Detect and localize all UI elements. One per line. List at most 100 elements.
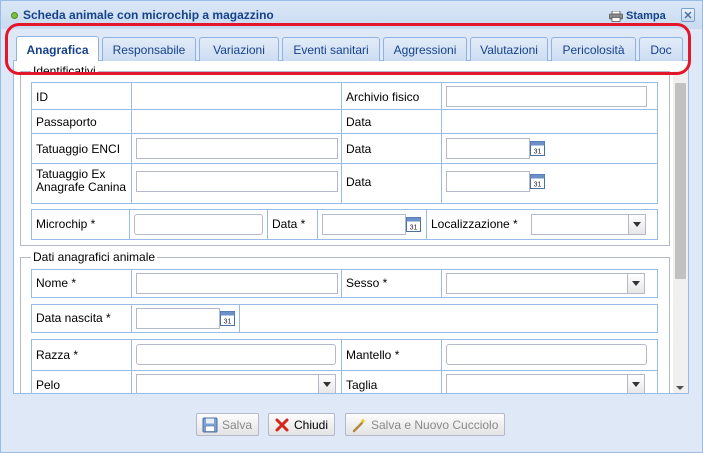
dati-anagrafici-legend: Dati anagrafici animale [31, 250, 158, 264]
grid-cell [132, 110, 342, 134]
svg-text:31: 31 [224, 319, 232, 326]
pelo-combo[interactable] [136, 374, 336, 393]
chevron-down-icon [323, 382, 331, 387]
razza-input[interactable] [136, 344, 336, 365]
printer-icon [609, 10, 623, 22]
grid-cell [442, 110, 657, 134]
identificativi-legend: Identificativi [31, 64, 98, 78]
taglia-combo[interactable] [446, 374, 645, 393]
chevron-down-icon [632, 382, 640, 387]
svg-text:31: 31 [534, 182, 542, 189]
microchip-label: Microchip * [36, 217, 96, 231]
localizzazione-combo[interactable] [531, 214, 646, 235]
data-nascita-row: Data nascita * 31 [31, 304, 658, 333]
close-button-label: Chiudi [294, 417, 329, 432]
taglia-label: Taglia [346, 378, 378, 392]
combo-trigger[interactable] [627, 274, 644, 293]
razza-mantello-grid: Razza * Mantello * Pelo Taglia [31, 339, 658, 393]
tab-label: Doc [650, 42, 672, 57]
tab-label: Eventi sanitari [293, 42, 369, 57]
tab-label: Variazioni [213, 42, 265, 57]
tab-responsabile[interactable]: Responsabile [102, 37, 196, 61]
archivio-fisico-label: Archivio fisico [346, 90, 420, 104]
razza-label: Razza * [36, 348, 79, 362]
print-button[interactable]: Stampa [609, 10, 666, 22]
scroll-down-arrow-icon[interactable] [676, 386, 684, 390]
tatuaggio-ex-data-label: Data [346, 175, 372, 189]
tab-aggressioni[interactable]: Aggressioni [383, 37, 467, 61]
print-label: Stampa [626, 10, 666, 22]
tatuaggio-ex-date-input[interactable] [446, 171, 530, 192]
vertical-scrollbar[interactable] [673, 71, 688, 393]
dialog-window: Scheda animale con microchip a magazzino… [0, 0, 703, 453]
tab-anagrafica[interactable]: Anagrafica [16, 36, 99, 62]
combo-trigger[interactable] [628, 215, 645, 234]
passaporto-label: Passaporto [36, 115, 97, 129]
svg-text:31: 31 [410, 225, 418, 232]
floppy-disk-icon [202, 417, 218, 432]
tatuaggio-enci-input[interactable] [136, 138, 338, 159]
combo-trigger[interactable] [627, 375, 644, 393]
calendar-icon[interactable]: 31 [406, 216, 422, 233]
svg-text:31: 31 [534, 149, 542, 156]
nome-sesso-row: Nome * Sesso * [31, 269, 658, 298]
sesso-combo[interactable] [446, 273, 645, 294]
calendar-icon[interactable]: 31 [220, 310, 236, 327]
anagrafica-panel[interactable]: Identificativi ID Archivio fisico Passap… [13, 61, 689, 394]
tab-doc[interactable]: Doc [639, 37, 683, 61]
magic-wand-icon [352, 417, 366, 432]
save-button-label: Salva [222, 417, 253, 432]
mantello-label: Mantello * [346, 348, 400, 362]
identificativi-grid: ID Archivio fisico Passaporto Data Tatua… [31, 82, 658, 204]
tab-label: Pericolosità [562, 42, 625, 57]
tab-eventi-sanitari[interactable]: Eventi sanitari [282, 37, 380, 61]
archivio-fisico-input[interactable] [446, 86, 647, 107]
close-icon [275, 418, 289, 431]
save-and-new-puppy-label: Salva e Nuovo Cucciolo [371, 417, 499, 432]
combo-trigger[interactable] [318, 375, 335, 393]
close-window-button[interactable] [681, 8, 695, 22]
dati-anagrafici-fieldset: Dati anagrafici animale Nome * Sesso * D… [20, 250, 670, 393]
mantello-input[interactable] [446, 344, 647, 365]
microchip-date-input[interactable] [322, 214, 406, 235]
tab-variazioni[interactable]: Variazioni [199, 37, 279, 61]
passaporto-data-label: Data [346, 115, 372, 129]
window-title: Scheda animale con microchip a magazzino [23, 8, 274, 22]
tab-label: Anagrafica [26, 42, 89, 57]
save-and-new-puppy-button[interactable]: Salva e Nuovo Cucciolo [345, 413, 506, 436]
tab-valutazioni[interactable]: Valutazioni [470, 37, 548, 61]
tatuaggio-ex-label-line2: Anagrafe Canina [36, 180, 127, 194]
microchip-data-label: Data * [272, 217, 306, 231]
tatuaggio-ex-input[interactable] [136, 171, 338, 192]
data-nascita-label: Data nascita * [36, 311, 111, 325]
microchip-input[interactable] [134, 214, 263, 235]
identificativi-fieldset: Identificativi ID Archivio fisico Passap… [20, 64, 670, 246]
tab-label: Valutazioni [480, 42, 538, 57]
titlebar[interactable]: Scheda animale con microchip a magazzino… [1, 1, 702, 29]
data-nascita-input[interactable] [136, 308, 220, 329]
tab-label: Aggressioni [393, 42, 457, 57]
nome-input[interactable] [136, 273, 338, 294]
tatuaggio-enci-date-input[interactable] [446, 138, 530, 159]
chevron-down-icon [632, 281, 640, 286]
calendar-icon[interactable]: 31 [530, 173, 546, 190]
tab-label: Responsabile [112, 42, 186, 57]
tatuaggio-enci-label: Tatuaggio ENCI [36, 142, 121, 156]
tab-strip: Anagrafica Responsabile Variazioni Event… [13, 36, 689, 62]
save-button[interactable]: Salva [196, 413, 260, 436]
window-status-icon [11, 12, 18, 19]
tatuaggio-enci-data-label: Data [346, 142, 372, 156]
microchip-row: Microchip * Data * 31 Localizzazione * [31, 209, 658, 240]
calendar-icon[interactable]: 31 [530, 140, 546, 157]
scrollbar-thumb[interactable] [675, 83, 686, 279]
grid-cell [132, 83, 342, 110]
close-icon [684, 11, 692, 19]
nome-label: Nome * [36, 276, 77, 290]
id-label: ID [36, 90, 48, 104]
tab-pericolosita[interactable]: Pericolosità [551, 37, 636, 61]
localizzazione-label: Localizzazione * [431, 217, 518, 231]
pelo-label: Pelo [36, 378, 61, 392]
chevron-down-icon [633, 222, 641, 227]
sesso-label: Sesso * [346, 276, 388, 290]
close-button[interactable]: Chiudi [268, 413, 336, 436]
